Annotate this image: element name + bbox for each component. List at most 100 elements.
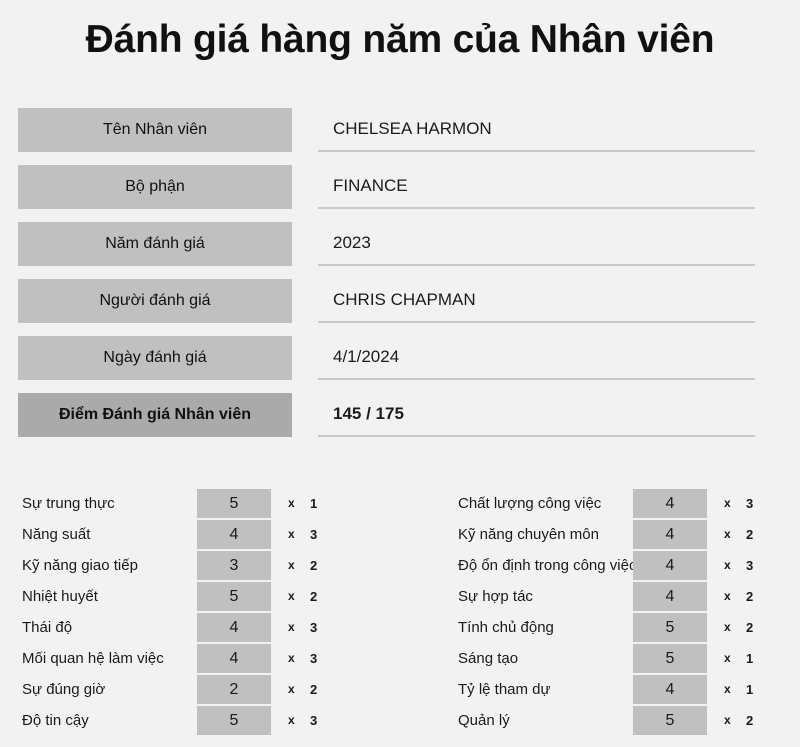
criteria-multiplier: 3	[310, 713, 318, 728]
criteria-score-box[interactable]: 4	[633, 551, 707, 580]
criteria-multiplier: 3	[310, 620, 318, 635]
info-value-total-score: 145 / 175	[318, 393, 755, 437]
info-value-employee-name[interactable]: CHELSEA HARMON	[318, 108, 755, 152]
criteria-multiplier: 3	[310, 651, 318, 666]
multiplier-symbol: x	[288, 558, 295, 572]
criteria-score-box[interactable]: 4	[633, 520, 707, 549]
multiplier-symbol: x	[288, 713, 295, 727]
criteria-score-box[interactable]: 4	[197, 644, 271, 673]
info-label-review-year: Năm đánh giá	[18, 222, 292, 266]
criteria-label: Nhiệt huyết	[22, 588, 98, 605]
criteria-label: Quản lý	[458, 712, 510, 729]
criteria-multiplier: 2	[746, 620, 754, 635]
criteria-row: Độ tin cậy 5 x 3	[0, 705, 400, 736]
criteria-row: Sự trung thực 5 x 1	[0, 488, 400, 519]
info-row-review-year: Năm đánh giá 2023	[0, 222, 800, 266]
multiplier-symbol: x	[724, 589, 731, 603]
criteria-label: Chất lượng công việc	[458, 495, 602, 512]
multiplier-symbol: x	[288, 589, 295, 603]
criteria-label: Tỷ lệ tham dự	[458, 681, 551, 698]
criteria-label: Thái độ	[22, 619, 73, 636]
info-label-reviewer: Người đánh giá	[18, 279, 292, 323]
multiplier-symbol: x	[288, 496, 295, 510]
criteria-multiplier: 1	[310, 496, 318, 511]
multiplier-symbol: x	[724, 496, 731, 510]
criteria-label: Độ tin cậy	[22, 712, 89, 729]
criteria-label: Kỹ năng chuyên môn	[458, 526, 599, 543]
criteria-score-box[interactable]: 2	[197, 675, 271, 704]
criteria-multiplier: 1	[746, 651, 754, 666]
info-label-department: Bộ phận	[18, 165, 292, 209]
info-value-review-year[interactable]: 2023	[318, 222, 755, 266]
criteria-row: Sự hợp tác 4 x 2	[436, 581, 800, 612]
criteria-score-box[interactable]: 5	[197, 706, 271, 735]
criteria-label: Sáng tạo	[458, 650, 519, 667]
criteria-score-box[interactable]: 3	[197, 551, 271, 580]
criteria-label: Mối quan hệ làm việc	[22, 650, 164, 667]
criteria-multiplier: 2	[310, 682, 318, 697]
criteria-row: Kỹ năng chuyên môn 4 x 2	[436, 519, 800, 550]
info-row-reviewer: Người đánh giá CHRIS CHAPMAN	[0, 279, 800, 323]
criteria-multiplier: 2	[746, 527, 754, 542]
multiplier-symbol: x	[724, 527, 731, 541]
criteria-multiplier: 2	[746, 713, 754, 728]
criteria-row: Độ ổn định trong công việc 4 x 3	[436, 550, 800, 581]
info-row-department: Bộ phận FINANCE	[0, 165, 800, 209]
criteria-multiplier: 2	[310, 558, 318, 573]
multiplier-symbol: x	[724, 651, 731, 665]
criteria-score-box[interactable]: 5	[633, 644, 707, 673]
criteria-score-box[interactable]: 5	[197, 582, 271, 611]
criteria-section: Sự trung thực 5 x 1 Năng suất 4 x 3 Kỹ n…	[0, 488, 800, 747]
criteria-score-box[interactable]: 4	[633, 675, 707, 704]
criteria-row: Năng suất 4 x 3	[0, 519, 400, 550]
info-row-review-date: Ngày đánh giá 4/1/2024	[0, 336, 800, 380]
multiplier-symbol: x	[724, 682, 731, 696]
criteria-column-right: Chất lượng công việc 4 x 3 Kỹ năng chuyê…	[436, 488, 800, 736]
multiplier-symbol: x	[724, 620, 731, 634]
criteria-row: Tính chủ động 5 x 2	[436, 612, 800, 643]
info-row-total-score: Điểm Đánh giá Nhân viên 145 / 175	[0, 393, 800, 437]
multiplier-symbol: x	[724, 713, 731, 727]
criteria-row: Nhiệt huyết 5 x 2	[0, 581, 400, 612]
criteria-label: Kỹ năng giao tiếp	[22, 557, 138, 574]
info-value-department[interactable]: FINANCE	[318, 165, 755, 209]
criteria-row: Thái độ 4 x 3	[0, 612, 400, 643]
criteria-score-box[interactable]: 4	[633, 489, 707, 518]
criteria-score-box[interactable]: 5	[633, 706, 707, 735]
criteria-score-box[interactable]: 5	[197, 489, 271, 518]
criteria-multiplier: 2	[746, 589, 754, 604]
info-label-employee-name: Tên Nhân viên	[18, 108, 292, 152]
employee-info-block: Tên Nhân viên CHELSEA HARMON Bộ phận FIN…	[0, 108, 800, 450]
criteria-score-box[interactable]: 4	[197, 520, 271, 549]
criteria-label: Sự trung thực	[22, 495, 115, 512]
criteria-row: Tỷ lệ tham dự 4 x 1	[436, 674, 800, 705]
criteria-column-left: Sự trung thực 5 x 1 Năng suất 4 x 3 Kỹ n…	[0, 488, 400, 736]
criteria-score-box[interactable]: 5	[633, 613, 707, 642]
page-title: Đánh giá hàng năm của Nhân viên	[85, 18, 715, 61]
multiplier-symbol: x	[288, 527, 295, 541]
info-value-review-date[interactable]: 4/1/2024	[318, 336, 755, 380]
criteria-row: Chất lượng công việc 4 x 3	[436, 488, 800, 519]
criteria-label: Năng suất	[22, 526, 91, 543]
multiplier-symbol: x	[288, 682, 295, 696]
criteria-row: Sáng tạo 5 x 1	[436, 643, 800, 674]
criteria-multiplier: 3	[746, 558, 754, 573]
criteria-row: Kỹ năng giao tiếp 3 x 2	[0, 550, 400, 581]
multiplier-symbol: x	[724, 558, 731, 572]
criteria-label: Tính chủ động	[458, 619, 554, 636]
criteria-multiplier: 1	[746, 682, 754, 697]
criteria-score-box[interactable]: 4	[633, 582, 707, 611]
info-label-review-date: Ngày đánh giá	[18, 336, 292, 380]
info-label-total-score: Điểm Đánh giá Nhân viên	[18, 393, 292, 437]
criteria-multiplier: 3	[746, 496, 754, 511]
criteria-label: Sự đúng giờ	[22, 681, 106, 698]
criteria-label: Sự hợp tác	[458, 588, 533, 605]
criteria-score-box[interactable]: 4	[197, 613, 271, 642]
multiplier-symbol: x	[288, 620, 295, 634]
criteria-multiplier: 2	[310, 589, 318, 604]
info-value-reviewer[interactable]: CHRIS CHAPMAN	[318, 279, 755, 323]
criteria-row: Mối quan hệ làm việc 4 x 3	[0, 643, 400, 674]
criteria-label: Độ ổn định trong công việc	[458, 557, 637, 574]
criteria-row: Quản lý 5 x 2	[436, 705, 800, 736]
criteria-row: Sự đúng giờ 2 x 2	[0, 674, 400, 705]
